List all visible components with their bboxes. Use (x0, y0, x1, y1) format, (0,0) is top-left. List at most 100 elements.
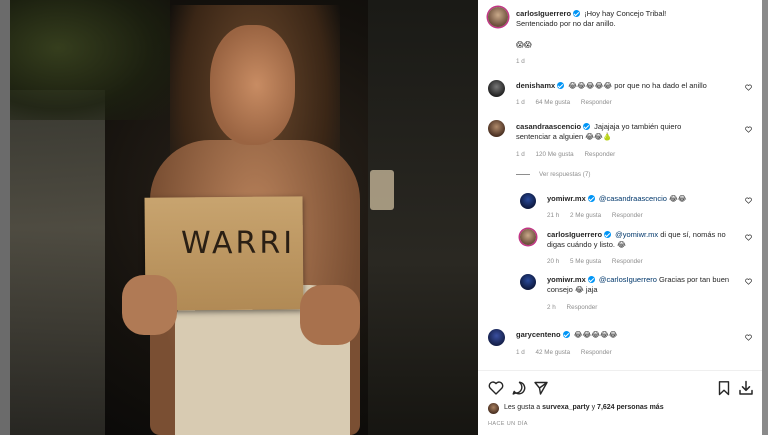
actions-divider (478, 370, 762, 371)
reply-emojis: 😂😂 (669, 194, 687, 203)
reply-username[interactable]: yomiwr.mx (547, 194, 586, 203)
post-date[interactable]: HACE UN DÍA (488, 421, 528, 427)
comment-username[interactable]: denishamx (516, 81, 555, 90)
reply-trailing: jaja (585, 285, 598, 294)
likes-middle: y (591, 404, 596, 411)
photo-person-face (210, 25, 295, 145)
verified-icon (604, 231, 612, 238)
verified-icon (587, 195, 595, 202)
photo-hand-right (300, 285, 360, 345)
reply-button[interactable]: Responder (581, 349, 612, 356)
avatar[interactable] (488, 80, 505, 97)
reply-meta: 20 h 5 Me gusta Responder (547, 258, 768, 265)
comment-meta: 1 d 42 Me gusta Responder (516, 349, 768, 356)
reply-yomiwr-1: yomiwr.mx @casandraascencio 😂😂 (547, 194, 737, 204)
photo-lamp (370, 170, 394, 210)
avatar[interactable] (520, 274, 536, 290)
avatar[interactable] (488, 403, 499, 414)
likes-user[interactable]: survexa_party (542, 404, 589, 411)
comment-emojis: 😂😂😂😂😂 (573, 330, 618, 339)
heart-icon[interactable] (745, 84, 752, 91)
reply-button[interactable]: Responder (581, 99, 612, 106)
comment-garycenteno: garycenteno 😂😂😂😂😂 (516, 330, 746, 340)
reply-mention[interactable]: @carlosIguerrero (599, 275, 657, 284)
comment-icon[interactable] (511, 380, 527, 396)
reply-emojis: 😂 (574, 285, 584, 294)
bookmark-icon[interactable] (716, 380, 732, 396)
heart-icon[interactable] (745, 334, 752, 341)
reply-meta: 21 h 2 Me gusta Responder (547, 212, 768, 219)
comments-panel: carlosIguerrero ¡Hoy hay Concejo Tribal!… (478, 0, 762, 435)
heart-icon[interactable] (488, 380, 504, 396)
heart-icon[interactable] (745, 126, 752, 133)
avatar[interactable] (488, 7, 508, 27)
reply-button[interactable]: Responder (584, 151, 615, 158)
comment-likes[interactable]: 64 Me gusta (536, 99, 571, 106)
reply-time: 21 h (547, 212, 560, 219)
photo-vote-card-text: WARRI (180, 226, 296, 261)
reply-yomiwr-2: yomiwr.mx @carlosIguerrero Gracias por t… (547, 275, 737, 295)
verified-icon (557, 82, 565, 89)
comment-username[interactable]: garycenteno (516, 330, 561, 339)
reply-carlosIguerrero: carlosIguerrero @yomiwr.mx di que sí, no… (547, 230, 737, 250)
comment-time: 1 d (516, 99, 525, 106)
verified-icon (587, 276, 595, 283)
reply-emojis: 😂 (617, 240, 626, 249)
comment-likes[interactable]: 120 Me gusta (536, 151, 574, 158)
caption-username[interactable]: carlosIguerrero (516, 9, 571, 18)
heart-icon[interactable] (745, 197, 752, 204)
comment-username[interactable]: casandraascencio (516, 122, 581, 131)
photo-foliage (10, 0, 170, 120)
comment-emojis: 😂😂😂😂😂 (568, 81, 613, 90)
view-replies-label[interactable]: Ver respuestas (7) (539, 171, 590, 178)
comment-denishamx: denishamx 😂😂😂😂😂 por que no ha dado el an… (516, 81, 746, 91)
reply-mention[interactable]: @casandraascencio (599, 194, 667, 203)
reply-likes[interactable]: 5 Me gusta (570, 258, 601, 265)
comment-likes[interactable]: 42 Me gusta (536, 349, 571, 356)
left-gutter (0, 0, 10, 435)
reply-button[interactable]: Responder (612, 212, 643, 219)
comment-casandraascencio: casandraascencio Jajajaja yo también qui… (516, 122, 716, 142)
caption-line1: ¡Hoy hay Concejo Tribal! (584, 9, 667, 18)
likes-count[interactable]: 7,624 personas más (597, 404, 664, 411)
comment-meta: 1 d 120 Me gusta Responder (516, 151, 768, 158)
reply-button[interactable]: Responder (612, 258, 643, 265)
post-photo[interactable]: WARRI (10, 0, 478, 435)
reply-likes[interactable]: 2 Me gusta (570, 212, 601, 219)
reply-meta: 2 h Responder (547, 304, 768, 311)
reply-username[interactable]: yomiwr.mx (547, 275, 586, 284)
right-gutter (762, 0, 768, 435)
verified-icon (573, 10, 581, 17)
verified-icon (583, 123, 591, 130)
avatar[interactable] (488, 329, 505, 346)
reply-button[interactable]: Responder (567, 304, 598, 311)
avatar[interactable] (520, 193, 536, 209)
caption-time: 1 d (516, 58, 525, 65)
avatar[interactable] (520, 229, 536, 245)
reply-username[interactable]: carlosIguerrero (547, 230, 602, 239)
caption-emojis: 😱😱 (516, 40, 576, 50)
likes-prefix: Les gusta a (504, 404, 541, 411)
photo-hand-left (122, 275, 177, 335)
action-bar (488, 380, 754, 398)
photo-bamboo-wall (368, 0, 478, 435)
photo-stone-wall (10, 90, 105, 435)
comment-emojis: 😂😂🍐 (585, 132, 613, 141)
paper-plane-icon[interactable] (533, 380, 549, 396)
comment-text: por que no ha dado el anillo (614, 81, 707, 90)
comment-time: 1 d (516, 151, 525, 158)
heart-icon[interactable] (745, 278, 752, 285)
replies-divider (516, 173, 530, 175)
instagram-post-window: WARRI carlosIguerrero ¡Hoy hay Concejo T… (0, 0, 768, 435)
verified-icon (562, 331, 570, 338)
caption-emoji-text: 😱😱 (516, 40, 532, 49)
download-icon[interactable] (738, 380, 754, 396)
comment-meta: 1 d 64 Me gusta Responder (516, 99, 768, 106)
view-replies[interactable]: Ver respuestas (7) (516, 171, 768, 178)
reply-time: 2 h (547, 304, 556, 311)
caption: carlosIguerrero ¡Hoy hay Concejo Tribal!… (516, 9, 751, 29)
caption-line2: Sentenciado por no dar anillo. (516, 19, 616, 28)
reply-mention[interactable]: @yomiwr.mx (615, 230, 658, 239)
heart-icon[interactable] (745, 234, 752, 241)
avatar[interactable] (488, 120, 505, 137)
